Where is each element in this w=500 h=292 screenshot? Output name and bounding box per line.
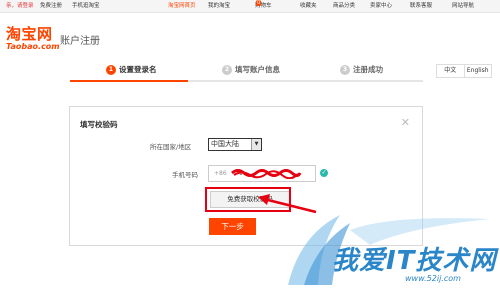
watermark-text: 我爱IT技术网 (332, 246, 497, 276)
watermark-url: www.52ij.com (405, 274, 461, 283)
